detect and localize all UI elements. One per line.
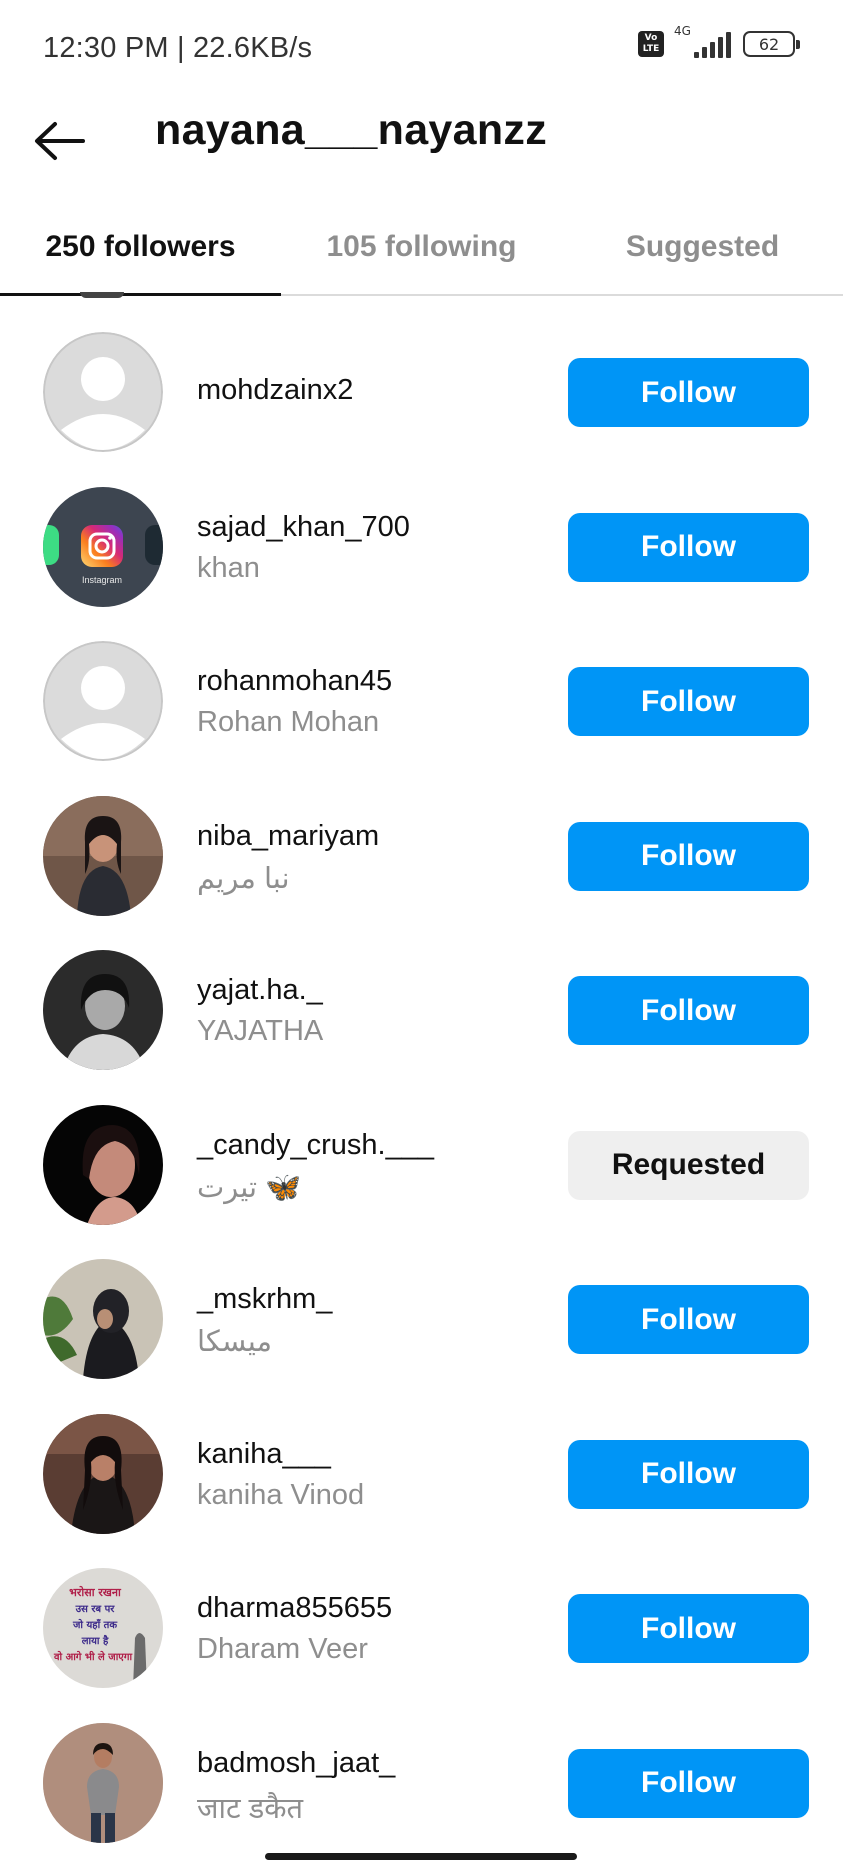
list-item[interactable]: Instagram sajad_khan_700 khan Follow	[0, 453, 843, 608]
follow-button[interactable]: Follow	[568, 1439, 809, 1509]
battery-icon: 62	[743, 31, 800, 57]
avatar-text-line: भरोसा रखना	[69, 1585, 122, 1599]
avatar[interactable]: Instagram	[43, 486, 163, 607]
follow-button[interactable]: Follow	[568, 1594, 809, 1663]
back-arrow-icon	[35, 122, 85, 160]
full-name: Rohan Mohan	[197, 706, 380, 738]
full-name: जाट डकैत	[197, 1792, 304, 1825]
username[interactable]: kaniha___	[197, 1438, 364, 1471]
tab-following-label: 105 following	[326, 230, 517, 263]
tab-suggested-label: Suggested	[625, 230, 780, 263]
list-item[interactable]: mohdzainx2 Follow	[0, 298, 843, 453]
status-time: 12:30 PM | 22.6KB/s	[43, 32, 313, 64]
follow-button[interactable]: Follow	[568, 512, 809, 582]
username[interactable]: rohanmohan45	[197, 665, 392, 698]
avatar-text-line: लाया है	[81, 1634, 109, 1647]
avatar[interactable]	[43, 1104, 163, 1225]
avatar-text-line: जो यहाँ तक	[72, 1618, 118, 1631]
status-icons: Vo LTE 4G 62	[638, 24, 800, 58]
tab-followers[interactable]: 250 followers	[0, 208, 281, 296]
requested-button[interactable]: Requested	[568, 1130, 809, 1200]
username[interactable]: mohdzainx2	[197, 374, 353, 407]
back-button[interactable]	[30, 112, 88, 170]
username[interactable]: sajad_khan_700	[197, 511, 410, 544]
page-title: nayana___nayanzz	[155, 106, 548, 154]
follow-button[interactable]: Follow	[568, 1748, 809, 1818]
avatar[interactable]: भरोसा रखना उस रब पर जो यहाँ तक लाया है व…	[43, 1568, 163, 1688]
tab-bar: 250 followers 105 following Suggested	[0, 208, 843, 296]
avatar[interactable]	[43, 1413, 163, 1534]
list-item[interactable]: niba_mariyam نبا مریم Follow	[0, 762, 843, 917]
list-item[interactable]: yajat.ha._ YAJATHA Follow	[0, 916, 843, 1071]
tab-following[interactable]: 105 following	[281, 208, 562, 294]
list-item[interactable]: rohanmohan45 Rohan Mohan Follow	[0, 607, 843, 762]
follow-button[interactable]: Follow	[568, 821, 809, 891]
username[interactable]: badmosh_jaat_	[197, 1747, 395, 1780]
avatar[interactable]	[43, 1722, 163, 1843]
volte-icon: Vo LTE	[638, 31, 664, 57]
avatar[interactable]	[43, 1259, 163, 1379]
avatar-text-line: उस रब पर	[75, 1604, 116, 1615]
battery-level: 62	[758, 34, 780, 54]
follow-button[interactable]: Follow	[568, 976, 809, 1045]
list-item[interactable]: badmosh_jaat_ जाट डकैत Follow	[0, 1689, 843, 1844]
avatar[interactable]	[43, 795, 163, 916]
username[interactable]: yajat.ha._	[197, 974, 323, 1007]
list-item[interactable]: _mskrhm_ میسکا Follow	[0, 1225, 843, 1380]
full-name: نبا مریم	[197, 862, 290, 895]
follow-button[interactable]: Follow	[568, 667, 809, 736]
full-name: YAJATHA	[197, 1015, 324, 1047]
volte-label: Vo LTE	[642, 33, 660, 54]
full-name: Dharam Veer	[197, 1633, 368, 1665]
home-indicator[interactable]	[265, 1853, 577, 1860]
username[interactable]: niba_mariyam	[197, 820, 379, 853]
full-name: میسکا	[197, 1326, 273, 1358]
avatar[interactable]	[43, 950, 163, 1070]
follow-button[interactable]: Follow	[568, 358, 809, 427]
avatar-text-line: वो आगे भी ले जाएगा	[53, 1650, 132, 1663]
username[interactable]: _candy_crush.___	[197, 1129, 434, 1162]
tab-suggested[interactable]: Suggested	[562, 208, 843, 294]
full-name: kaniha Vinod	[197, 1478, 365, 1511]
signal-icon: 4G	[674, 24, 731, 58]
default-avatar[interactable]	[43, 641, 163, 761]
network-type-label: 4G	[674, 24, 691, 38]
avatar-caption: Instagram	[82, 575, 122, 585]
username[interactable]: dharma855655	[197, 1592, 392, 1625]
followers-list: mohdzainx2 Follow Instagram sajad_khan_7…	[0, 298, 843, 1843]
instagram-icon	[81, 524, 123, 567]
tab-followers-label: 250 followers	[45, 230, 236, 263]
list-item[interactable]: kaniha___ kaniha Vinod Follow	[0, 1380, 843, 1535]
follow-button[interactable]: Follow	[568, 1285, 809, 1354]
list-item[interactable]: _candy_crush.___ تیرت 🦋 Requested	[0, 1071, 843, 1226]
username[interactable]: _mskrhm_	[197, 1283, 332, 1316]
status-bar: 12:30 PM | 22.6KB/s Vo LTE 4G 62	[0, 0, 843, 96]
full-name: تیرت 🦋	[197, 1171, 302, 1204]
default-avatar[interactable]	[43, 332, 163, 452]
full-name: khan	[197, 551, 260, 584]
list-item[interactable]: भरोसा रखना उस रब पर जो यहाँ तक लाया है व…	[0, 1534, 843, 1689]
